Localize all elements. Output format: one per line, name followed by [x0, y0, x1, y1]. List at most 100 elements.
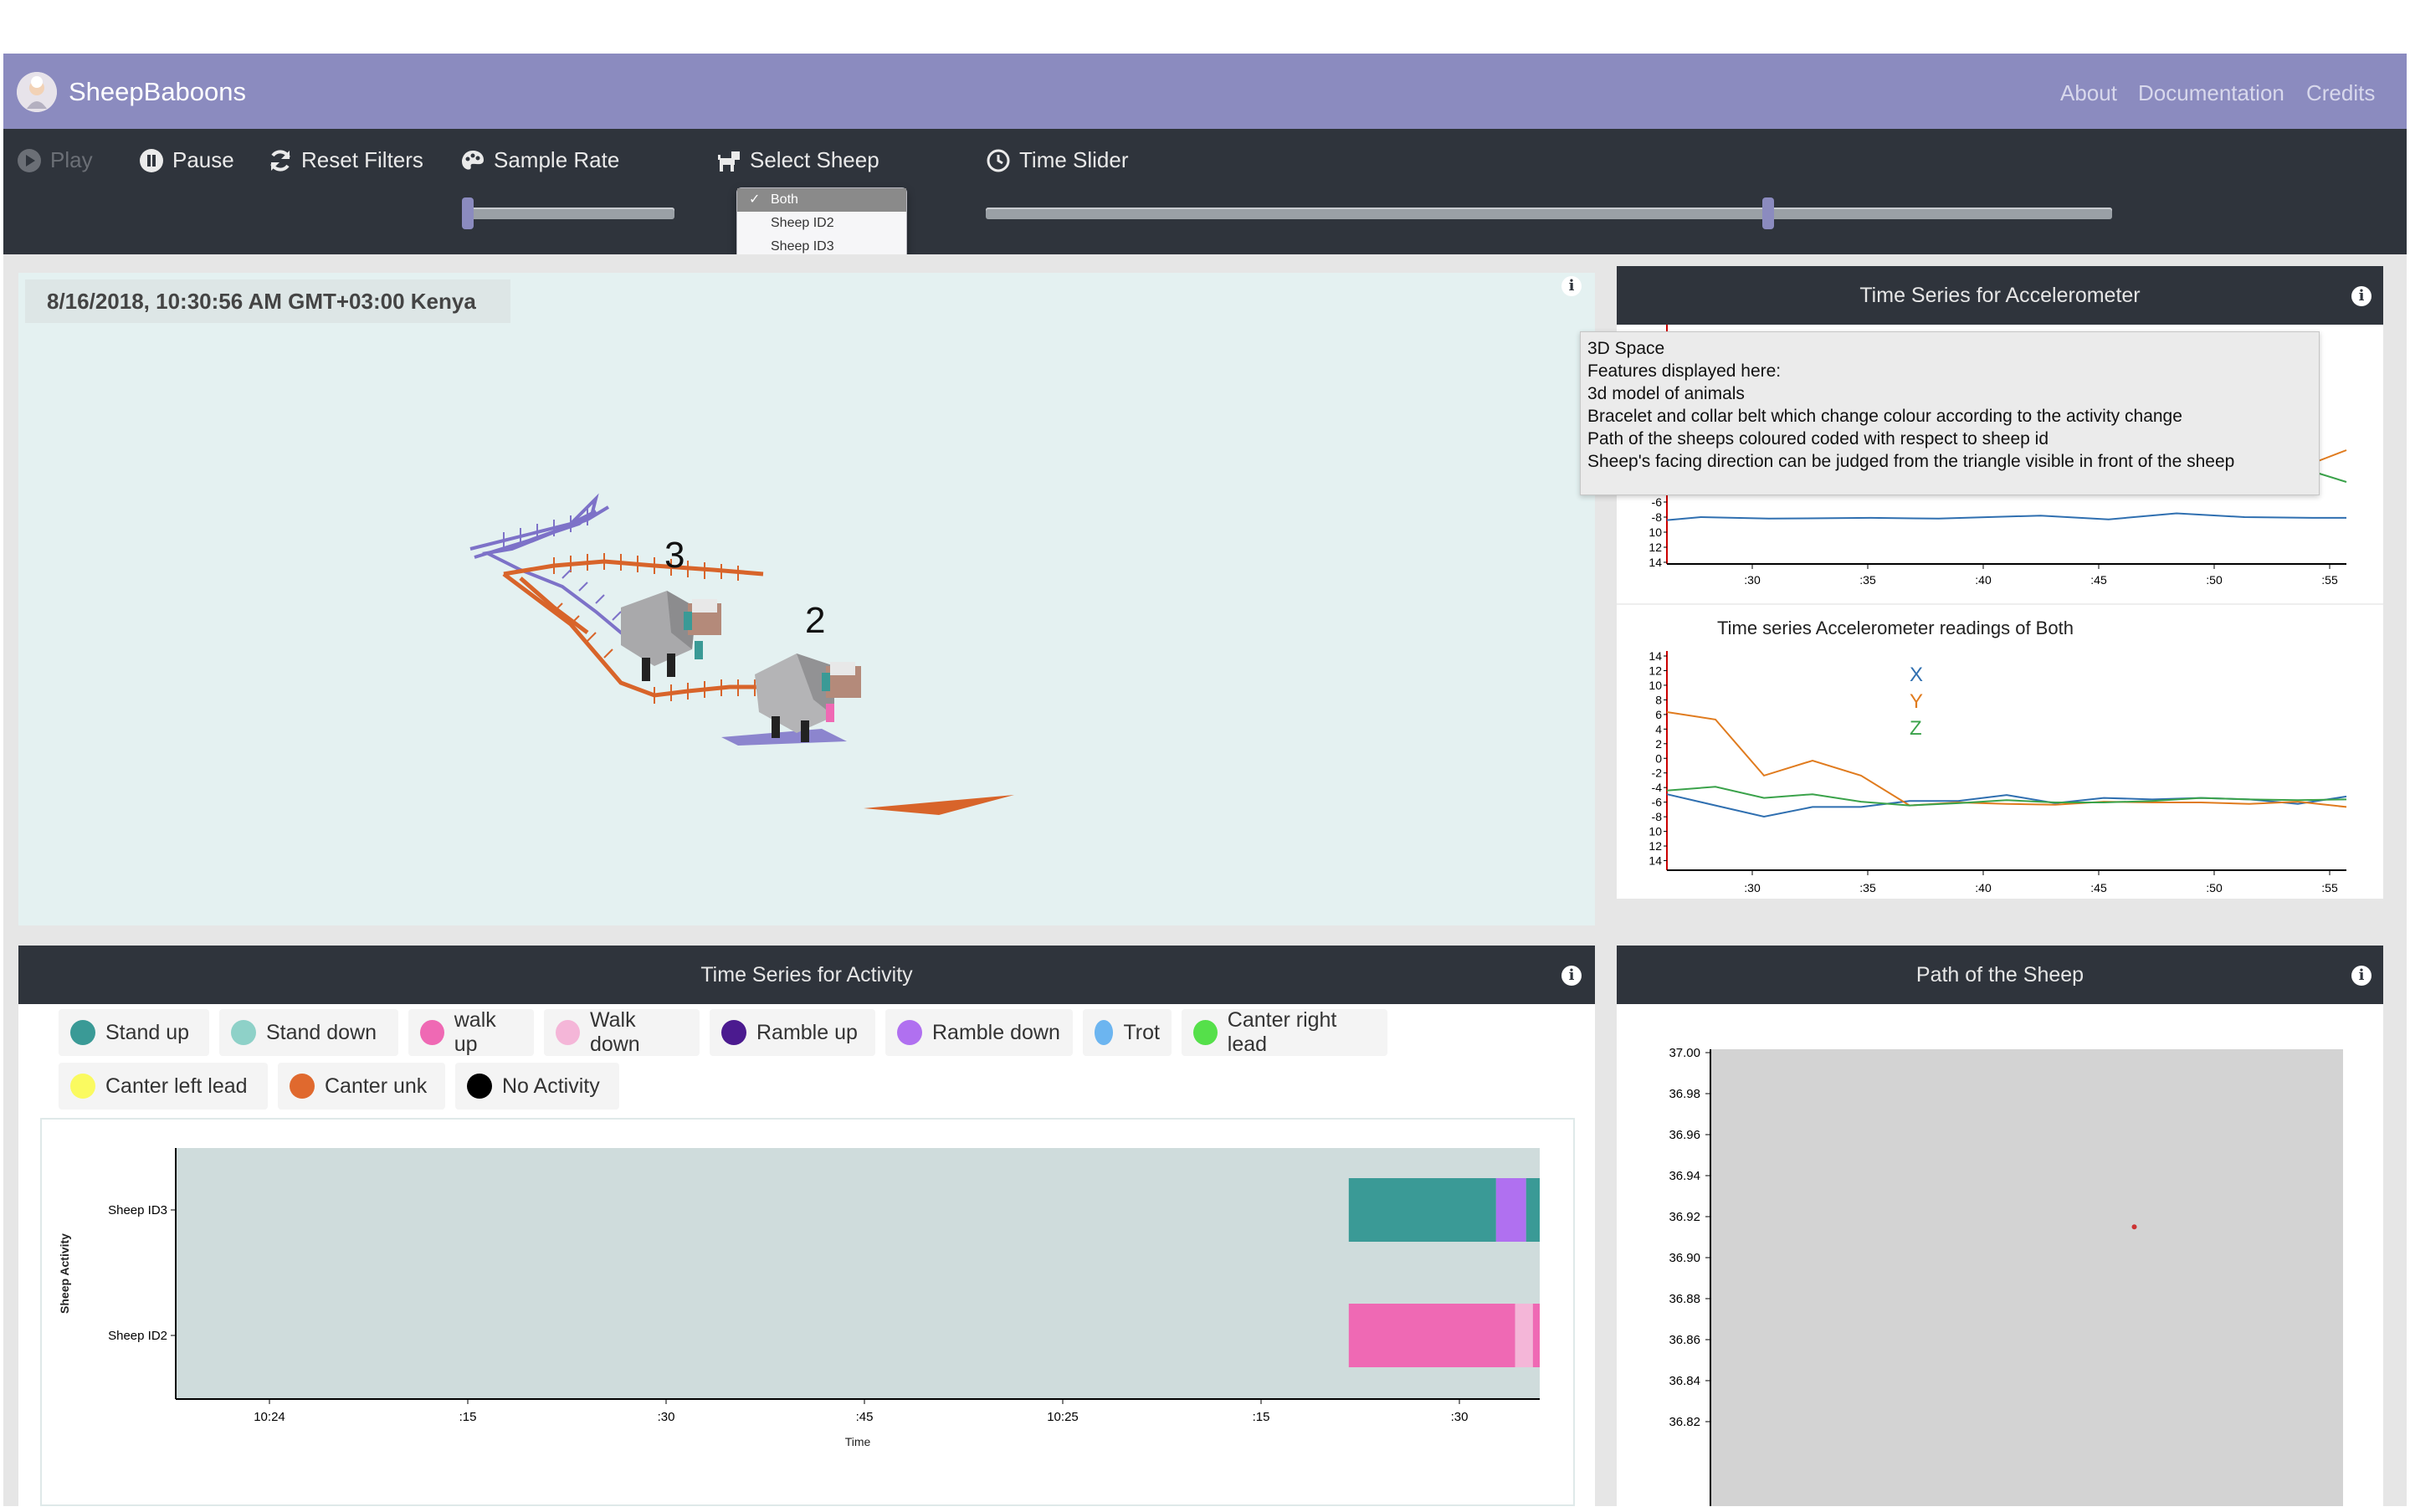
accel-chart2-title: Time series Accelerometer readings of Bo…	[1717, 618, 2074, 638]
time-slider-label: Time Slider	[986, 147, 1129, 173]
sheep-2-model	[755, 653, 861, 742]
legend-item-canter-left-lead[interactable]: Canter left lead	[59, 1063, 268, 1110]
y-tick-label: 36.82	[1669, 1415, 1700, 1429]
palette-icon	[460, 148, 485, 173]
time-slider-track[interactable]	[986, 208, 2112, 219]
activity-segment	[1348, 1178, 1496, 1242]
legend-item-stand-up[interactable]: Stand up	[59, 1009, 209, 1056]
y-tick-label: 8	[1655, 693, 1662, 706]
time-slider-thumb[interactable]	[1762, 197, 1774, 229]
legend-item-walk-down[interactable]: Walk down	[544, 1008, 700, 1056]
x-tick-label: :40	[1975, 573, 1992, 587]
legend-dot	[70, 1020, 95, 1045]
row-label: Sheep ID3	[108, 1203, 167, 1217]
navbar	[3, 54, 2407, 129]
activity-segment	[1532, 1304, 1540, 1367]
legend-label: walk up	[454, 1008, 496, 1056]
legend-item-canter-right-lead[interactable]: Canter right lead	[1182, 1008, 1387, 1056]
pause-button[interactable]: Pause	[139, 147, 234, 173]
info-icon-accel[interactable]: i	[2351, 286, 2372, 306]
legend-item-trot[interactable]: Trot	[1083, 1009, 1172, 1056]
activity-xlabel: Time	[845, 1435, 871, 1448]
path-panel-title: Path of the Sheep	[1915, 963, 2084, 987]
y-tick-label: -2	[1652, 766, 1663, 780]
info-icon-activity[interactable]: i	[1561, 966, 1582, 986]
legend-label: Stand down	[266, 1020, 377, 1044]
legend-item-ramble-up[interactable]: Ramble up	[710, 1009, 875, 1056]
legend-dot	[721, 1020, 746, 1045]
legend-label: Stand up	[105, 1020, 190, 1044]
y-tick-label: 6	[1655, 708, 1662, 721]
activity-segment	[1515, 1304, 1533, 1367]
legend-item-ramble-down[interactable]: Ramble down	[885, 1009, 1073, 1056]
legend-item-stand-down[interactable]: Stand down	[219, 1009, 398, 1056]
legend-dot	[290, 1074, 315, 1099]
sample-rate-track[interactable]	[467, 208, 674, 219]
brand-title[interactable]: SheepBaboons	[69, 77, 246, 107]
y-tick-label: 36.88	[1669, 1292, 1700, 1306]
legend-item-no-activity[interactable]: No Activity	[455, 1063, 619, 1110]
y-tick-label: -8	[1652, 510, 1663, 524]
y-tick-label: 37.00	[1669, 1046, 1700, 1060]
y-tick-label: 14	[1649, 649, 1662, 663]
dog-icon	[716, 148, 741, 173]
sheep-option-id2[interactable]: Sheep ID2	[737, 212, 906, 235]
y-tick-label: 10	[1649, 825, 1662, 838]
x-tick-label: :45	[2090, 573, 2107, 587]
legend-dot	[1193, 1020, 1218, 1045]
nav-credits[interactable]: Credits	[2306, 80, 2375, 106]
nav-documentation[interactable]: Documentation	[2138, 80, 2284, 106]
y-tick-label: 36.92	[1669, 1210, 1700, 1224]
y-tick-label: 4	[1655, 722, 1662, 735]
legend-dot	[70, 1074, 95, 1099]
y-tick-label: 0	[1655, 751, 1662, 765]
x-tick-label: :30	[1451, 1410, 1469, 1424]
y-tick-label: -6	[1652, 796, 1663, 809]
y-tick-label: 36.90	[1669, 1251, 1700, 1265]
info-icon-path[interactable]: i	[2351, 966, 2372, 986]
legend-label: Ramble up	[756, 1020, 858, 1044]
sheep-3-model	[621, 591, 721, 681]
play-button[interactable]: Play	[17, 147, 93, 173]
y-tick-label: 12	[1649, 541, 1662, 554]
3d-scene[interactable]: 3 2	[18, 273, 1595, 925]
row-label: Sheep ID2	[108, 1329, 167, 1343]
x-tick-label: :30	[658, 1410, 675, 1424]
legend-item-walk-up[interactable]: walk up	[408, 1008, 534, 1056]
legend-label: Ramble down	[932, 1020, 1060, 1044]
nav-about[interactable]: About	[2060, 80, 2117, 106]
x-tick-label: :35	[1859, 881, 1876, 894]
y-tick-label: 10	[1649, 525, 1662, 539]
play-icon	[17, 148, 42, 173]
sample-rate-thumb[interactable]	[462, 197, 474, 229]
info-icon-scene[interactable]: i	[1561, 276, 1582, 296]
x-tick-label: :40	[1975, 881, 1992, 894]
x-tick-label: :15	[1253, 1410, 1270, 1424]
info-tooltip: 3D Space Features displayed here: 3d mod…	[1580, 331, 2320, 495]
y-tick-label: 12	[1649, 839, 1662, 853]
sheep-label-3: 3	[664, 535, 685, 576]
activity-ylabel: Sheep Activity	[58, 1233, 71, 1314]
select-sheep-button[interactable]: Select Sheep	[716, 147, 879, 173]
x-tick-label: 10:25	[1047, 1410, 1079, 1424]
legend-label: Canter unk	[325, 1074, 428, 1098]
activity-segment	[1495, 1178, 1526, 1242]
logo-icon[interactable]	[17, 72, 57, 112]
sheep-option-both[interactable]: ✓ Both	[737, 188, 906, 212]
sample-rate-button[interactable]: Sample Rate	[460, 147, 619, 173]
y-tick-label: 36.98	[1669, 1087, 1700, 1101]
legend-dot	[1095, 1020, 1114, 1045]
legend-label: Canter right lead	[1227, 1008, 1337, 1056]
x-tick-label: :55	[2321, 881, 2338, 894]
x-tick-label: :50	[2206, 573, 2223, 587]
activity-panel-title: Time Series for Activity	[700, 963, 913, 987]
x-tick-label: :55	[2321, 573, 2338, 587]
activity-segment	[1525, 1178, 1540, 1242]
legend-item-canter-unk[interactable]: Canter unk	[278, 1063, 445, 1110]
accel-panel-header: Time Series for Accelerometer	[1617, 266, 2383, 325]
x-tick-label: :30	[1744, 573, 1761, 587]
x-tick-label: :50	[2206, 881, 2223, 894]
x-tick-label: :45	[856, 1410, 874, 1424]
path-panel-body: 37.00 36.98 36.96 36.94 36.92 36.90 36.88 36.86…	[1617, 1004, 2383, 1506]
reset-filters-button[interactable]: Reset Filters	[268, 147, 423, 173]
